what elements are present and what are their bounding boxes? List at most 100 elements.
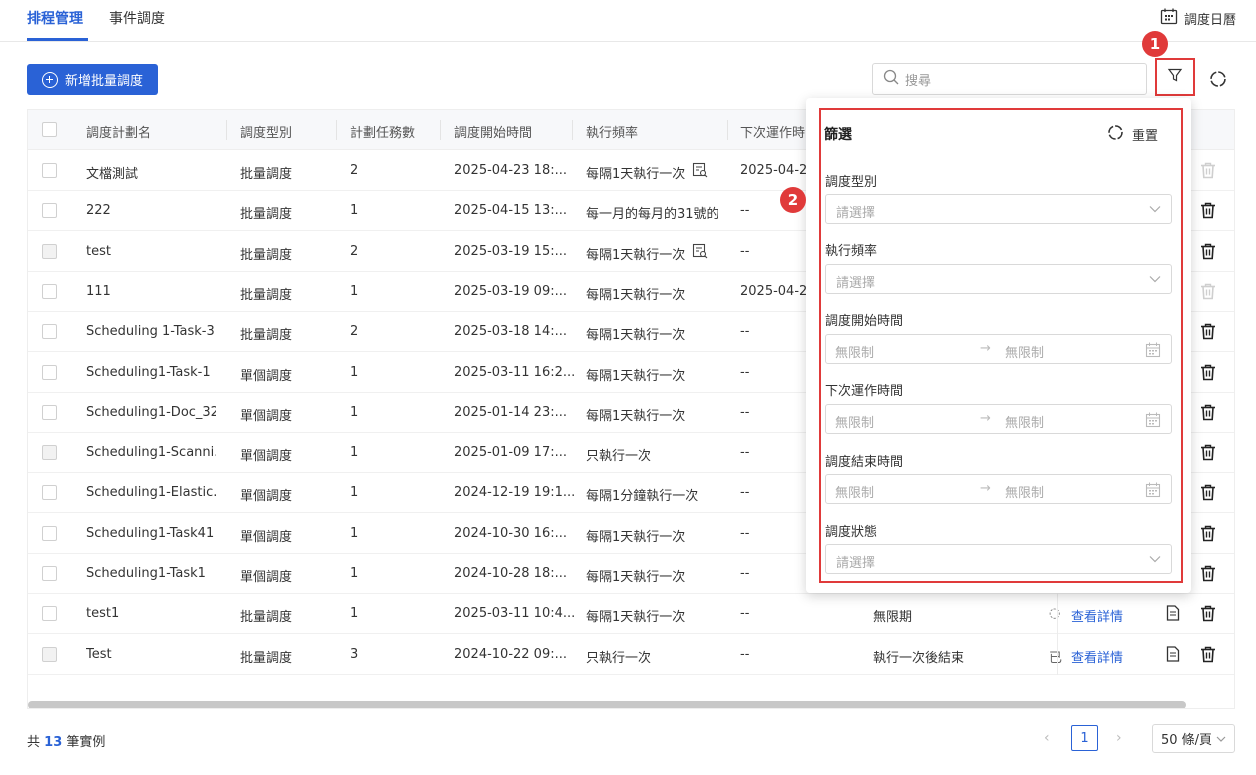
select-placeholder: 請選擇 [836,556,876,571]
cell-name: 文檔測試 [86,167,139,182]
delete-icon[interactable] [1200,404,1216,425]
tab-schedule-management[interactable]: 排程管理 [27,8,83,28]
cell-type: 單個調度 [240,489,293,505]
add-batch-schedule-button[interactable]: 新增批量調度 [27,64,158,95]
filter-reset-button[interactable]: 重置 [1107,124,1158,145]
cell-task-count: 2 [350,324,359,340]
frequency-detail-icon[interactable] [692,162,708,182]
tab-event-scheduling[interactable]: 事件調度 [109,8,165,28]
cell-task-count: 1 [350,445,359,461]
row-checkbox[interactable] [42,324,57,340]
calendar-icon [1145,342,1161,362]
row-checkbox[interactable] [42,485,57,501]
range-from-input[interactable]: 無限制 [835,482,874,501]
page-size-select[interactable]: 50 條/頁 [1152,724,1235,753]
arrow-right-icon: → [980,411,991,426]
delete-icon [1200,283,1216,304]
cell-name: 111 [86,283,111,299]
delete-icon[interactable] [1200,565,1216,586]
cell-task-count: 1 [350,203,359,219]
cell-frequency: 每隔1天執行一次 [586,529,686,545]
cell-task-count: 1 [350,485,359,501]
prev-page-button[interactable]: ‹ [1044,730,1050,746]
cell-type: 單個調度 [240,570,293,585]
col-header-task-count: 計劃任務數 [350,126,416,141]
filter-frequency-select[interactable]: 請選擇 [825,264,1172,294]
range-to-input[interactable]: 無限制 [1005,482,1044,501]
document-icon[interactable] [1166,645,1180,666]
row-checkbox[interactable] [42,283,57,299]
horizontal-scrollbar[interactable] [28,701,1186,708]
filter-next-run-time-range[interactable]: 無限制 → 無限制 [825,404,1172,434]
filter-start-time-range[interactable]: 無限制 → 無限制 [825,334,1172,364]
range-from-input[interactable]: 無限制 [835,412,874,431]
frequency-detail-icon[interactable] [692,243,708,263]
cell-type: 批量調度 [240,287,293,303]
filter-schedule-type-select[interactable]: 請選擇 [825,194,1172,224]
refresh-icon [1208,71,1228,93]
cell-end-time: 無限期 [873,610,913,626]
delete-icon[interactable] [1200,243,1216,264]
cell-frequency: 每隔1天執行一次 [586,287,686,303]
select-all-checkbox[interactable] [42,122,57,137]
row-checkbox[interactable] [42,364,57,380]
cell-name: Scheduling 1-Task-3 [86,324,215,340]
cell-type: 批量調度 [240,207,293,223]
cell-next-run: -- [740,445,750,461]
row-checkbox[interactable] [42,525,57,541]
row-checkbox[interactable] [42,606,57,622]
col-header-type: 調度型別 [240,126,293,141]
range-to-input[interactable]: 無限制 [1005,412,1044,431]
cell-next-run: -- [740,364,750,380]
filter-icon [1167,67,1183,87]
cell-start-time: 2025-03-11 16:2... [454,364,576,380]
add-batch-schedule-label: 新增批量調度 [64,74,143,89]
range-to-input[interactable]: 無限制 [1005,342,1044,361]
row-checkbox[interactable] [42,163,57,178]
step-badge-1: 1 [1142,31,1168,57]
cell-name: test [86,243,111,259]
delete-icon[interactable] [1200,444,1216,465]
range-from-input[interactable]: 無限制 [835,342,874,361]
filter-button[interactable] [1155,58,1195,96]
row-checkbox[interactable] [42,404,57,420]
delete-icon[interactable] [1200,202,1216,223]
row-checkbox[interactable] [42,566,57,581]
col-header-start-time: 調度開始時間 [454,126,533,141]
delete-icon[interactable] [1200,364,1216,385]
delete-icon[interactable] [1200,525,1216,546]
cell-task-count: 2 [350,163,359,178]
total-count-number: 13 [44,735,63,750]
document-icon[interactable] [1166,605,1180,625]
cell-next-run: -- [740,525,750,541]
cell-next-run: -- [740,404,750,420]
delete-icon[interactable] [1200,323,1216,344]
view-details-link[interactable]: 查看詳情 [1071,606,1123,625]
refresh-button[interactable] [1208,69,1228,93]
delete-icon[interactable] [1200,646,1216,667]
search-input[interactable]: 搜尋 [872,63,1147,95]
schedule-calendar-link[interactable]: 調度日曆 [1160,8,1236,29]
row-checkbox[interactable] [42,203,57,219]
chevron-down-icon [1149,202,1161,217]
view-details-link[interactable]: 查看詳情 [1071,647,1123,666]
cell-start-time: 2024-10-30 16:... [454,525,568,541]
cell-name: Scheduling1-Task1 [86,566,206,581]
search-icon [883,69,899,89]
cell-start-time: 2025-04-15 13:... [454,203,568,219]
filter-status-select[interactable]: 請選擇 [825,544,1172,574]
calendar-icon [1145,412,1161,432]
cell-task-count: 3 [350,646,359,662]
cell-frequency: 只執行一次 [586,449,652,465]
total-count: 共 13 筆實例 [27,735,106,750]
cell-frequency: 每隔1天執行一次 [586,570,686,585]
table-row[interactable]: Test 批量調度 3 2024-10-22 09:... 只執行一次 -- 執行一次後結束… [28,635,1234,675]
delete-icon[interactable] [1200,484,1216,505]
active-tab-indicator [27,38,88,41]
delete-icon[interactable] [1200,605,1216,626]
next-page-button[interactable]: › [1116,730,1122,746]
page-1-button[interactable]: 1 [1071,725,1098,751]
table-row[interactable]: test1 批量調度 1 2025-03-11 10:4... 每隔1天執行一次 -- 無限… [28,594,1234,635]
cell-name: Scheduling1-Elastic... [86,485,216,501]
filter-end-time-range[interactable]: 無限制 → 無限制 [825,474,1172,504]
